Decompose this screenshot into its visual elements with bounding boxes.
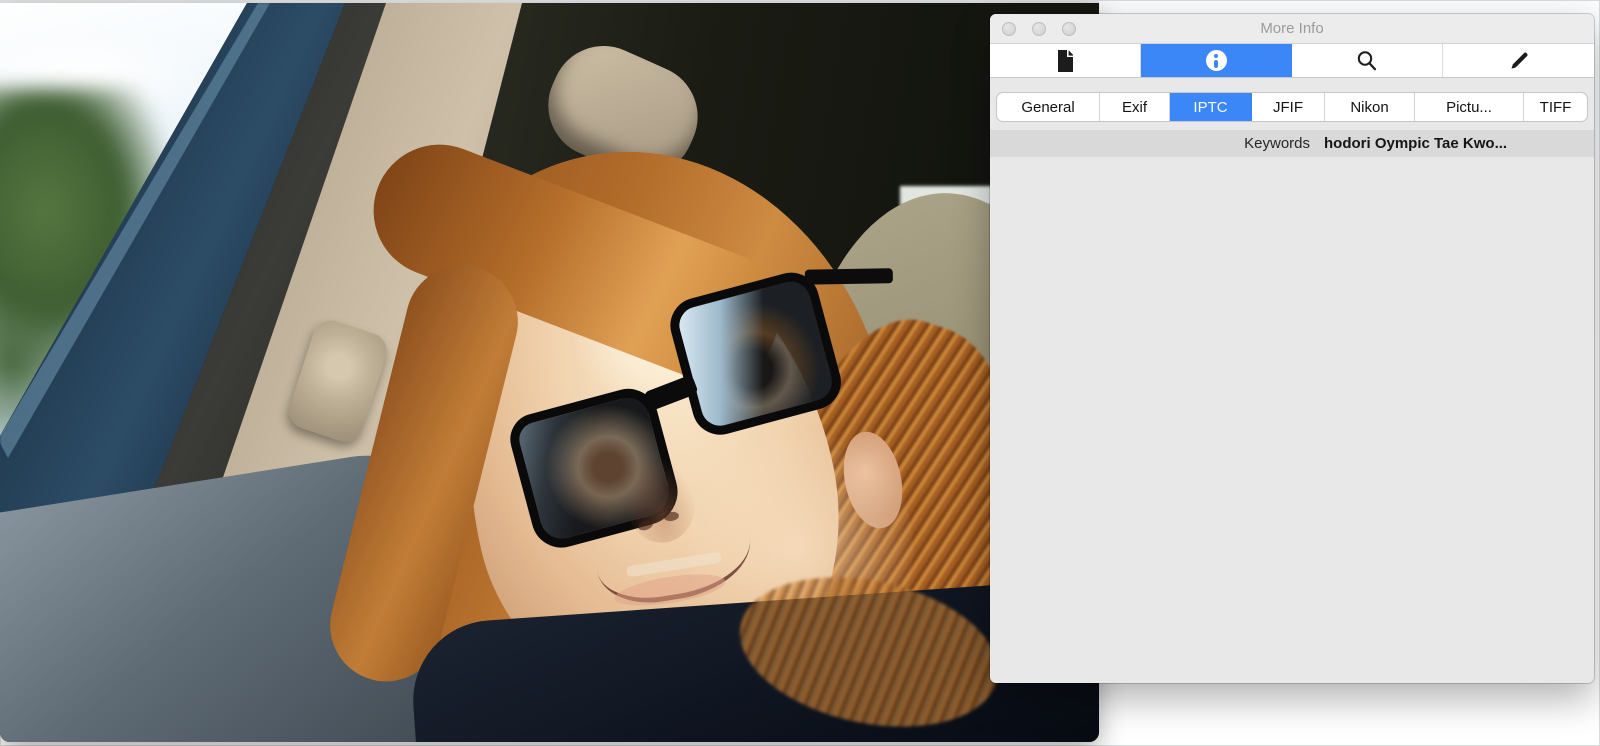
info-icon [1206, 50, 1227, 71]
tab-jfif[interactable]: JFIF [1252, 93, 1325, 121]
toolbar-segment-edit[interactable] [1443, 44, 1594, 77]
toolbar-segment-search[interactable] [1292, 44, 1443, 77]
screenshot-stage: More Info [0, 0, 1600, 746]
metadata-label: Keywords [990, 135, 1310, 152]
tab-exif[interactable]: Exif [1100, 93, 1170, 121]
tab-iptc[interactable]: IPTC [1170, 93, 1252, 121]
photo-viewer-image[interactable] [0, 3, 1099, 742]
sunglasses-temple-arm [805, 268, 893, 285]
tab-picture[interactable]: Pictu... [1415, 93, 1524, 121]
pencil-icon [1507, 49, 1531, 73]
more-info-window: More Info [990, 14, 1594, 683]
sunglasses-right-lens [664, 266, 847, 441]
document-icon [1054, 49, 1076, 73]
tab-tiff[interactable]: TIFF [1524, 93, 1587, 121]
titlebar[interactable]: More Info [990, 14, 1594, 44]
metadata-value: hodori Oympic Tae Kwo... [1324, 135, 1507, 152]
tab-general[interactable]: General [997, 93, 1100, 121]
metadata-row-keywords: Keywords hodori Oympic Tae Kwo... [990, 130, 1594, 157]
toolbar-segment-document[interactable] [990, 44, 1141, 77]
tab-nikon[interactable]: Nikon [1325, 93, 1415, 121]
search-icon [1355, 49, 1379, 73]
toolbar-segment-info[interactable] [1141, 44, 1292, 77]
metadata-tab-bar: General Exif IPTC JFIF Nikon Pictu... TI… [996, 92, 1588, 122]
window-title: More Info [990, 14, 1594, 44]
toolbar-segmented-control [990, 44, 1594, 78]
